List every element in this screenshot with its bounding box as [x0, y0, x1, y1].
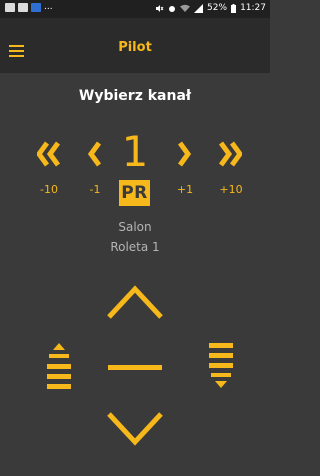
message-icon — [5, 3, 15, 12]
battery-icon — [231, 3, 237, 13]
step-down-button[interactable] — [206, 343, 236, 389]
step-minus-10-label: -10 — [40, 183, 58, 196]
up-button[interactable] — [105, 283, 165, 321]
page-title: Pilot — [118, 40, 152, 55]
battery-percent: 52% — [207, 3, 228, 13]
stop-button[interactable] — [108, 364, 162, 372]
channel-plus-10-button[interactable] — [218, 140, 242, 168]
clock: 11:27 — [240, 3, 266, 13]
status-icons: 52% 11:27 — [155, 3, 266, 13]
image-icon — [18, 3, 28, 12]
signal-icon — [194, 3, 204, 13]
channel-minus-1-button[interactable] — [87, 140, 103, 168]
app-notification-icon — [31, 3, 41, 12]
step-plus-1-label: +1 — [176, 183, 194, 196]
alarm-icon — [169, 5, 176, 12]
program-button[interactable]: PR — [119, 180, 150, 206]
channel-device: Roleta 1 — [110, 240, 160, 254]
step-plus-10-label: +10 — [219, 183, 243, 196]
status-bar: ... 52% 11:27 — [0, 0, 270, 18]
app-bar: Pilot — [0, 18, 270, 73]
channel-number: 1 — [121, 127, 149, 176]
channel-plus-1-button[interactable] — [176, 140, 192, 168]
more-notifications: ... — [44, 2, 53, 12]
step-up-button[interactable] — [44, 343, 74, 389]
select-channel-heading: Wybierz kanał — [78, 88, 192, 104]
mute-icon — [156, 4, 164, 12]
wifi-icon — [180, 4, 191, 12]
notification-icons: ... — [5, 3, 53, 12]
step-minus-1-label: -1 — [89, 183, 101, 196]
channel-minus-10-button[interactable] — [37, 140, 61, 168]
down-button[interactable] — [105, 410, 165, 448]
channel-location: Salon — [118, 220, 152, 234]
